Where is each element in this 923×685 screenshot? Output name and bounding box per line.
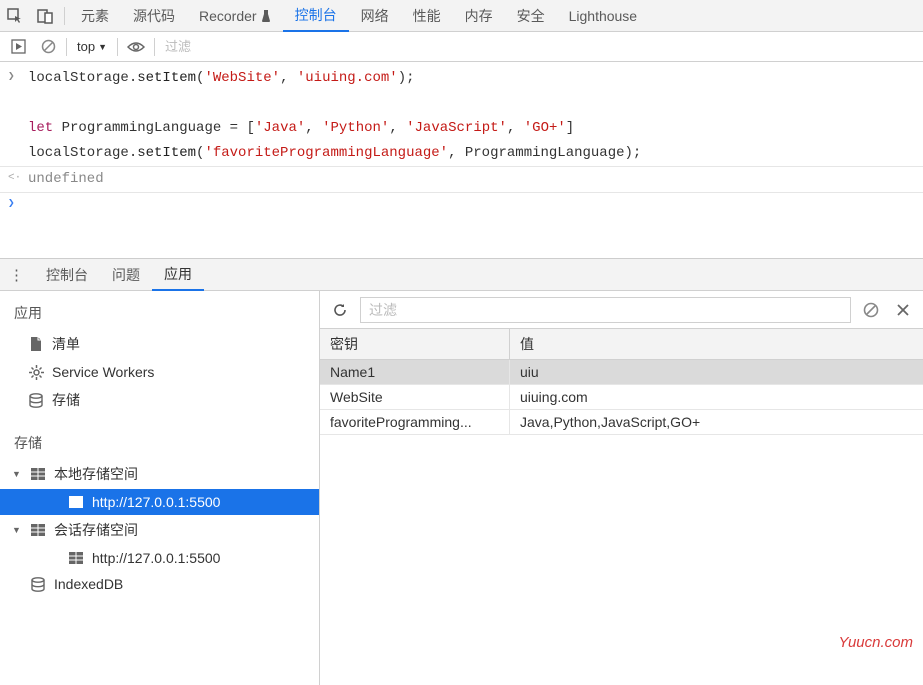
table-header: 密钥 值 — [320, 329, 923, 360]
grid-icon — [30, 524, 46, 536]
tab-lighthouse[interactable]: Lighthouse — [557, 0, 650, 32]
console-toolbar: top ▼ — [0, 32, 923, 62]
sidebar-section-storage: 存储 — [0, 427, 319, 459]
execute-icon[interactable] — [6, 35, 30, 59]
device-toggle-icon[interactable] — [30, 0, 60, 32]
tab-recorder[interactable]: Recorder — [187, 0, 283, 32]
drawer-tabs: ⋮ 控制台问题应用 — [0, 259, 923, 291]
grid-icon — [68, 552, 84, 564]
cell-value: Java,Python,JavaScript,GO+ — [510, 410, 923, 434]
tab-内存[interactable]: 内存 — [453, 0, 505, 32]
table-row[interactable]: favoriteProgramming...Java,Python,JavaSc… — [320, 410, 923, 435]
twisty-icon: ▼ — [12, 469, 22, 479]
cell-value: uiu — [510, 360, 923, 384]
inspect-icon[interactable] — [0, 0, 30, 32]
console-line: <·undefined — [0, 166, 923, 192]
tab-网络[interactable]: 网络 — [349, 0, 401, 32]
drawer-tab-2[interactable]: 应用 — [152, 259, 204, 291]
tab-元素[interactable]: 元素 — [69, 0, 121, 32]
twisty-icon: ▼ — [12, 525, 22, 535]
console-prompt[interactable]: ❯ — [0, 192, 923, 197]
gear-icon — [28, 365, 44, 380]
separator — [64, 7, 65, 25]
cell-key: WebSite — [320, 385, 510, 409]
table-row[interactable]: WebSiteuiuing.com — [320, 385, 923, 410]
tree-child-http://127.0.0.1:5500[interactable]: http://127.0.0.1:5500 — [0, 489, 319, 515]
eye-icon[interactable] — [124, 35, 148, 59]
column-key[interactable]: 密钥 — [320, 329, 510, 359]
table-row[interactable]: Name1uiu — [320, 360, 923, 385]
context-selector[interactable]: top ▼ — [73, 39, 111, 54]
console-line: localStorage.setItem('favoriteProgrammin… — [0, 141, 923, 166]
drawer-tab-0[interactable]: 控制台 — [34, 259, 100, 291]
sidebar-item-存储[interactable]: 存储 — [0, 385, 319, 415]
tab-安全[interactable]: 安全 — [505, 0, 557, 32]
db-icon — [30, 577, 46, 592]
clear-console-icon[interactable] — [36, 35, 60, 59]
file-icon — [28, 336, 44, 352]
storage-toolbar — [320, 291, 923, 329]
console-line: ❯localStorage.setItem('WebSite', 'uiuing… — [0, 66, 923, 91]
context-label: top — [77, 39, 95, 54]
sidebar-item-Service Workers[interactable]: Service Workers — [0, 359, 319, 385]
tab-控制台[interactable]: 控制台 — [283, 0, 349, 32]
tree-item-会话存储空间[interactable]: ▼会话存储空间 — [0, 515, 319, 545]
console-filter-input[interactable] — [161, 37, 917, 56]
separator — [117, 38, 118, 56]
flask-icon — [261, 9, 271, 23]
drawer-panel: ⋮ 控制台问题应用 应用 清单Service Workers存储 存储 ▼本地存… — [0, 258, 923, 685]
devtools-top-tabs: 元素源代码Recorder控制台网络性能内存安全Lighthouse — [0, 0, 923, 32]
storage-filter-input[interactable] — [360, 297, 851, 323]
drawer-menu-icon[interactable]: ⋮ — [4, 266, 30, 284]
cell-value: uiuing.com — [510, 385, 923, 409]
chevron-down-icon: ▼ — [98, 42, 107, 52]
application-sidebar: 应用 清单Service Workers存储 存储 ▼本地存储空间http://… — [0, 291, 320, 685]
delete-icon[interactable] — [891, 298, 915, 322]
tree-item-IndexedDB[interactable]: IndexedDB — [0, 571, 319, 597]
storage-table: 密钥 值 Name1uiuWebSiteuiuing.comfavoritePr… — [320, 329, 923, 685]
grid-icon — [68, 496, 84, 508]
db-icon — [28, 393, 44, 408]
tree-child-http://127.0.0.1:5500[interactable]: http://127.0.0.1:5500 — [0, 545, 319, 571]
sidebar-section-application: 应用 — [0, 297, 319, 329]
tree-item-本地存储空间[interactable]: ▼本地存储空间 — [0, 459, 319, 489]
storage-main-panel: 密钥 值 Name1uiuWebSiteuiuing.comfavoritePr… — [320, 291, 923, 685]
separator — [66, 38, 67, 56]
cell-key: favoriteProgramming... — [320, 410, 510, 434]
console-line: let ProgrammingLanguage = ['Java', 'Pyth… — [0, 116, 923, 141]
tab-源代码[interactable]: 源代码 — [121, 0, 187, 32]
cell-key: Name1 — [320, 360, 510, 384]
separator — [154, 38, 155, 56]
console-output[interactable]: ❯localStorage.setItem('WebSite', 'uiuing… — [0, 62, 923, 258]
drawer-tab-1[interactable]: 问题 — [100, 259, 152, 291]
grid-icon — [30, 468, 46, 480]
clear-all-icon[interactable] — [859, 298, 883, 322]
column-value[interactable]: 值 — [510, 329, 923, 359]
refresh-icon[interactable] — [328, 298, 352, 322]
console-line — [0, 91, 923, 116]
sidebar-item-清单[interactable]: 清单 — [0, 329, 319, 359]
tab-性能[interactable]: 性能 — [401, 0, 453, 32]
